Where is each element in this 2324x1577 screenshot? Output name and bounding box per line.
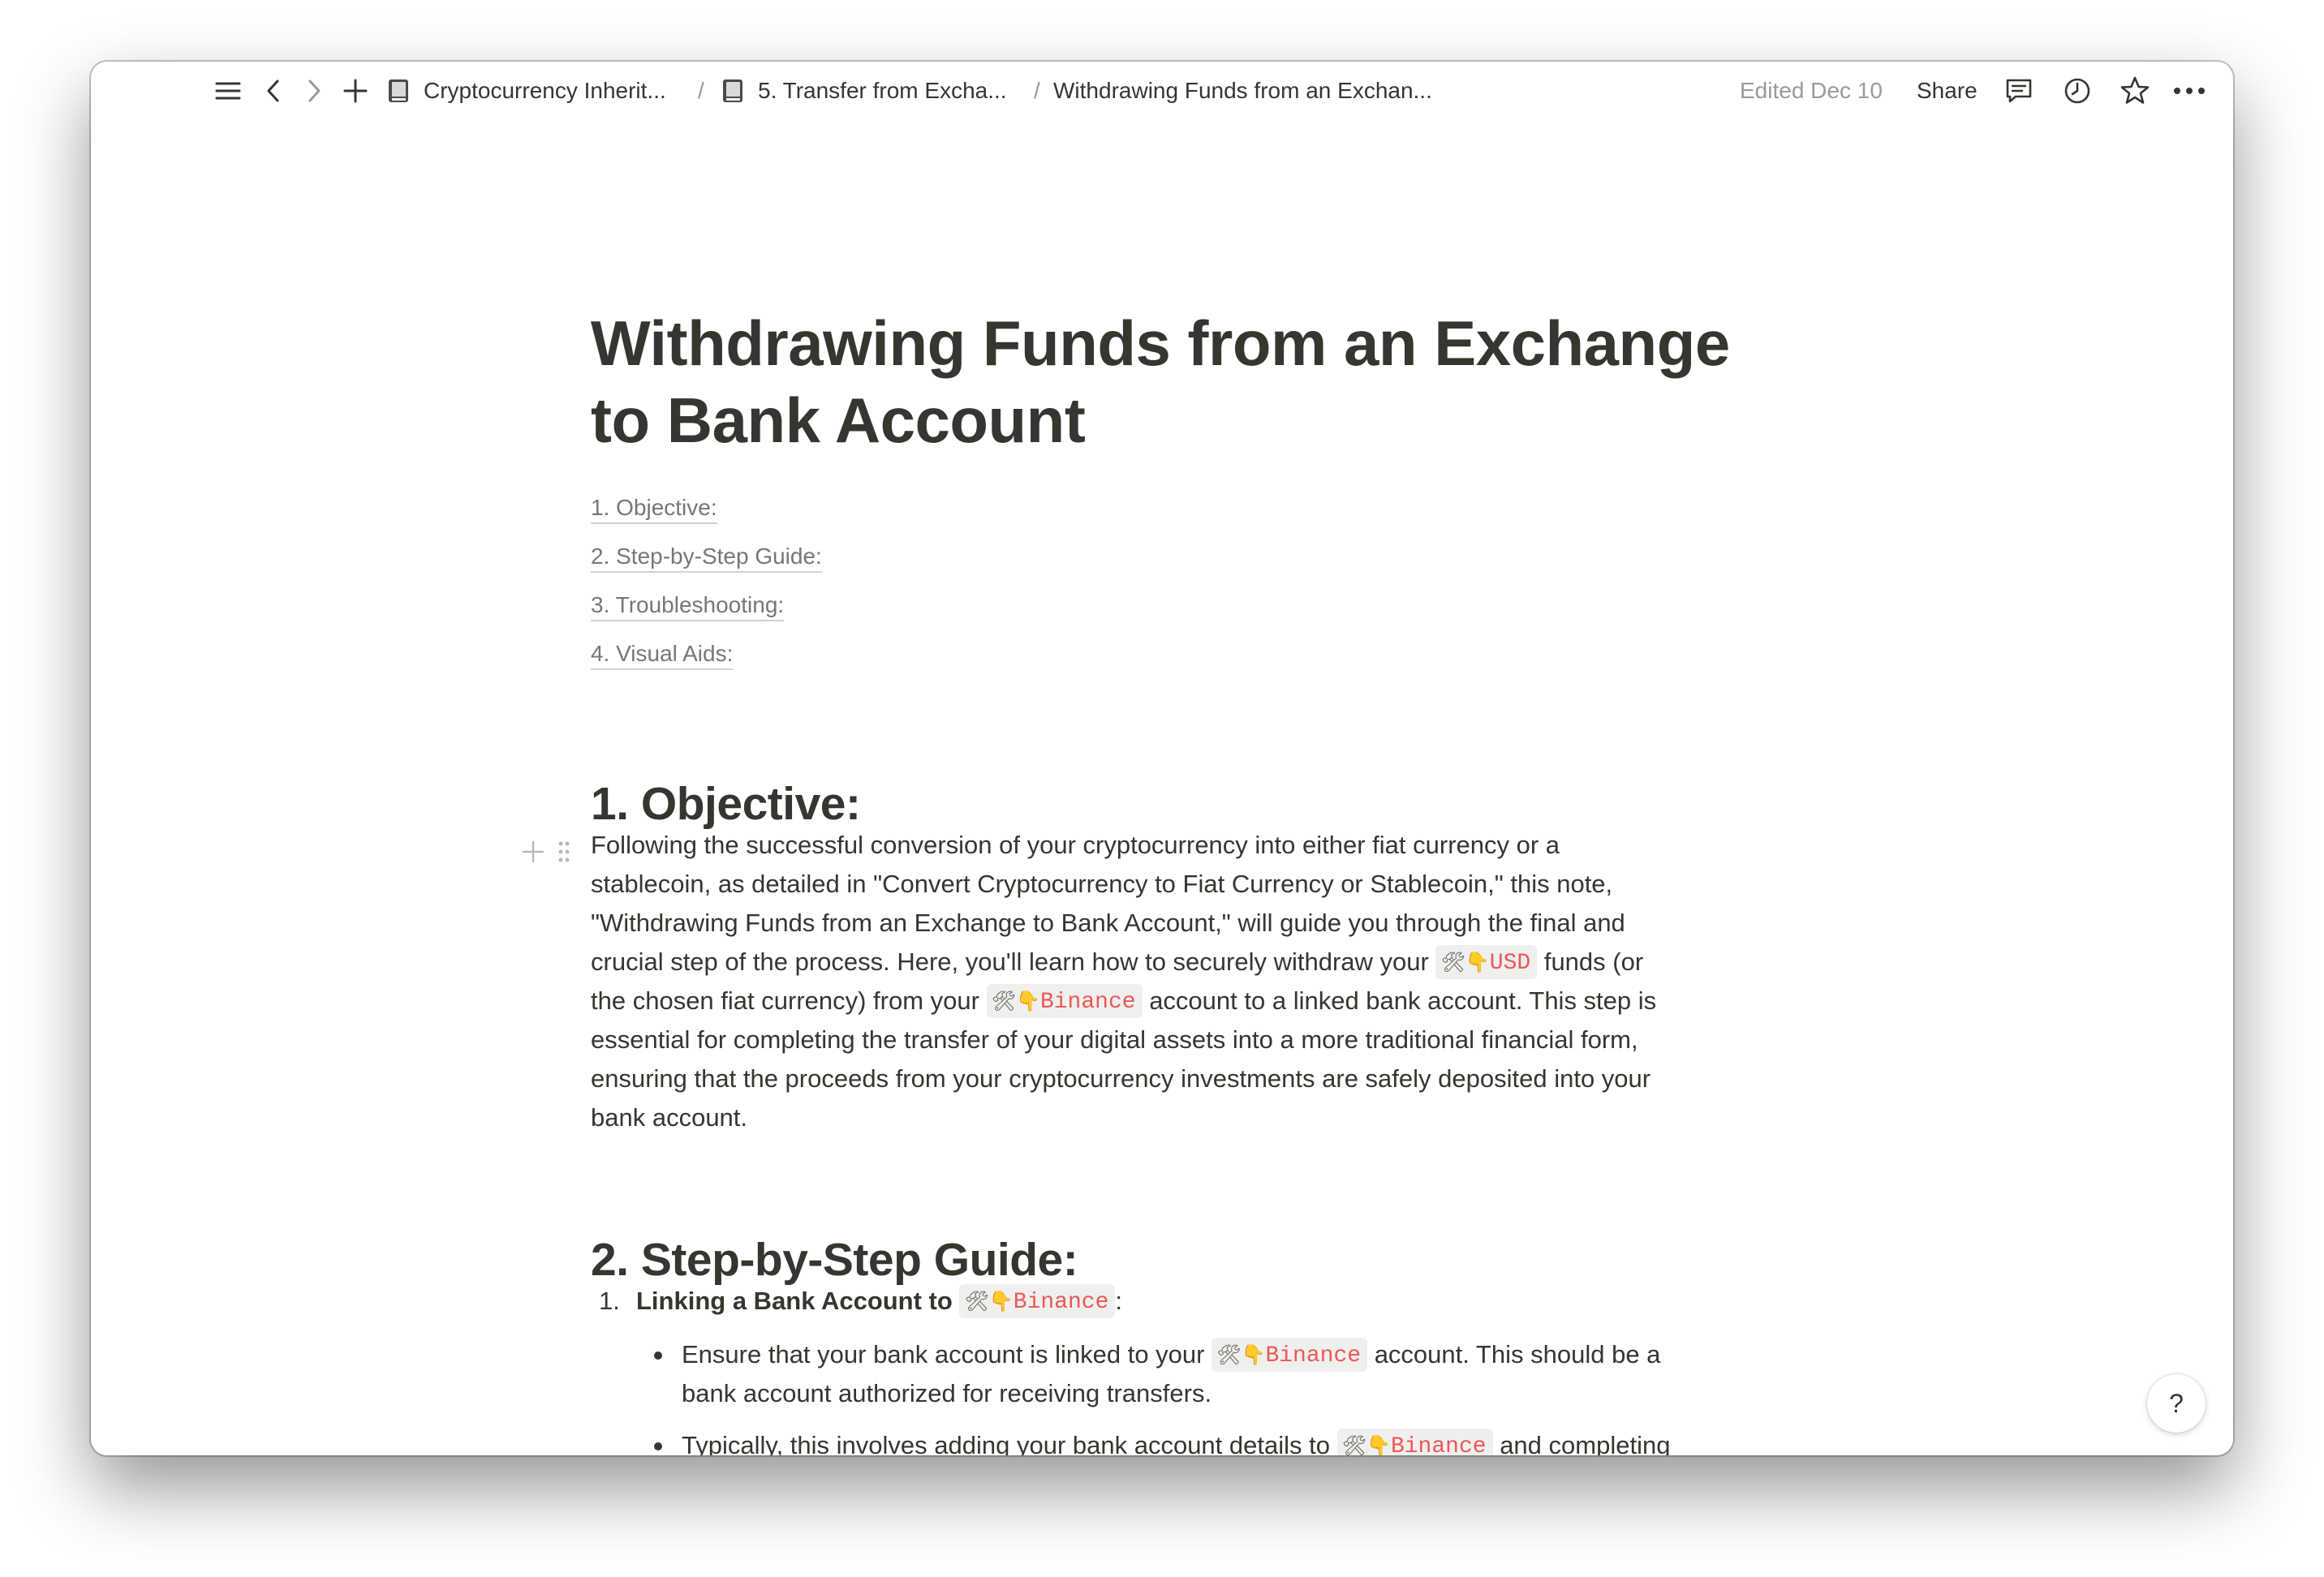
text-line: the chosen fiat currency) from your 🛠👇Bi… bbox=[591, 982, 1759, 1021]
hand-pointing-down-icon: 👇 bbox=[1465, 950, 1490, 973]
chip-label: Binance bbox=[1039, 989, 1136, 1015]
breadcrumb-label: 5. Transfer from Excha... bbox=[758, 78, 1007, 103]
text-line: stablecoin, as detailed in "Convert Cryp… bbox=[591, 870, 1613, 898]
comments-icon[interactable] bbox=[2004, 62, 2034, 120]
tool-icon: 🛠 bbox=[1341, 1433, 1367, 1455]
breadcrumb-item-1[interactable]: Cryptocurrency Inherit... bbox=[388, 76, 666, 105]
chip-label: Binance bbox=[1390, 1433, 1487, 1455]
section-heading-guide[interactable]: 2. Step-by-Step Guide: bbox=[591, 1231, 1078, 1288]
share-button[interactable]: Share bbox=[1917, 76, 1978, 105]
text-line: essential for completing the transfer of… bbox=[591, 1025, 1638, 1054]
section-heading-objective[interactable]: 1. Objective: bbox=[591, 776, 861, 832]
text-line: bank account. bbox=[591, 1103, 748, 1132]
usd-mention-chip[interactable]: 🛠👇USD bbox=[1435, 944, 1538, 979]
text-line: Ensure that your bank account is linked … bbox=[682, 1335, 1769, 1374]
notion-window: Cryptocurrency Inherit... / 5. Transfer … bbox=[91, 62, 2233, 1455]
chip-label: Binance bbox=[1013, 1289, 1109, 1315]
breadcrumb-item-2[interactable]: 5. Transfer from Excha... bbox=[722, 76, 1007, 105]
binance-mention-chip[interactable]: 🛠👇Binance bbox=[1211, 1337, 1368, 1372]
text-line: crucial step of the process. Here, you'l… bbox=[591, 943, 1759, 982]
text-line: Following the successful conversion of y… bbox=[591, 831, 1560, 859]
toc-link-visual-aids[interactable]: 4. Visual Aids: bbox=[591, 639, 734, 670]
page-title-line: to Bank Account bbox=[591, 385, 1086, 456]
text-segment: Linking a Bank Account to bbox=[636, 1287, 960, 1315]
hand-pointing-down-icon: 👇 bbox=[1016, 989, 1040, 1012]
chip-label: USD bbox=[1489, 950, 1531, 976]
text-segment: and completing bbox=[1492, 1431, 1671, 1455]
back-arrow-icon[interactable] bbox=[265, 62, 282, 120]
binance-mention-chip[interactable]: 🛠👇Binance bbox=[959, 1283, 1116, 1318]
text-segment: account. This should be a bbox=[1367, 1340, 1661, 1369]
objective-paragraph[interactable]: Following the successful conversion of y… bbox=[591, 826, 1759, 1137]
text-line: "Withdrawing Funds from an Exchange to B… bbox=[591, 909, 1625, 937]
breadcrumb-separator: / bbox=[698, 78, 704, 103]
tool-icon: 🛠 bbox=[1216, 1343, 1242, 1366]
toc-link-guide[interactable]: 2. Step-by-Step Guide: bbox=[591, 542, 822, 573]
bullet-dot bbox=[654, 1351, 662, 1360]
bullet-item-1[interactable]: Ensure that your bank account is linked … bbox=[682, 1335, 1769, 1413]
hand-pointing-down-icon: 👇 bbox=[988, 1289, 1014, 1313]
edited-timestamp: Edited Dec 10 bbox=[1740, 78, 1883, 103]
chip-label: Binance bbox=[1265, 1343, 1362, 1369]
book-icon bbox=[388, 79, 409, 103]
toc-link-objective[interactable]: 1. Objective: bbox=[591, 493, 717, 524]
text-segment: : bbox=[1115, 1287, 1123, 1315]
text-segment: Ensure that your bank account is linked … bbox=[682, 1340, 1212, 1369]
page-title[interactable]: Withdrawing Funds from an Exchange to Ba… bbox=[591, 305, 1759, 459]
block-controls bbox=[521, 832, 571, 871]
breadcrumb-item-current[interactable]: Withdrawing Funds from an Exchan... bbox=[1053, 76, 1432, 105]
tool-icon: 🛠 bbox=[1440, 950, 1465, 973]
breadcrumb-separator: / bbox=[1034, 78, 1040, 103]
text-segment: funds (or bbox=[1537, 947, 1644, 976]
top-bar: Cryptocurrency Inherit... / 5. Transfer … bbox=[91, 62, 2233, 120]
tool-icon: 🛠 bbox=[991, 989, 1017, 1012]
help-button[interactable]: ? bbox=[2147, 1374, 2206, 1433]
text-segment: the chosen fiat currency) from your bbox=[591, 986, 987, 1015]
forward-arrow-icon[interactable] bbox=[305, 62, 323, 120]
drag-handle-icon[interactable] bbox=[557, 840, 571, 864]
binance-mention-chip[interactable]: 🛠👇Binance bbox=[1336, 1428, 1493, 1455]
history-clock-icon[interactable] bbox=[2063, 62, 2092, 120]
new-page-plus-icon[interactable] bbox=[342, 62, 368, 120]
list-number: 1. bbox=[599, 1287, 620, 1315]
text-line: Typically, this involves adding your ban… bbox=[682, 1426, 1769, 1455]
text-segment: Typically, this involves adding your ban… bbox=[682, 1431, 1337, 1455]
numbered-list-item-1[interactable]: Linking a Bank Account to 🛠👇Binance: bbox=[636, 1282, 1772, 1321]
sidebar-menu-icon[interactable] bbox=[214, 62, 242, 120]
breadcrumb-label: Withdrawing Funds from an Exchan... bbox=[1053, 78, 1432, 103]
text-segment: crucial step of the process. Here, you'l… bbox=[591, 947, 1436, 976]
breadcrumb-label: Cryptocurrency Inherit... bbox=[424, 78, 666, 103]
bullet-dot bbox=[654, 1442, 662, 1450]
hand-pointing-down-icon: 👇 bbox=[1366, 1433, 1391, 1455]
binance-mention-chip[interactable]: 🛠👇Binance bbox=[986, 983, 1143, 1018]
page-title-line: Withdrawing Funds from an Exchange bbox=[591, 307, 1730, 379]
text-line: ensuring that the proceeds from your cry… bbox=[591, 1064, 1651, 1093]
toc-link-troubleshooting[interactable]: 3. Troubleshooting: bbox=[591, 591, 785, 621]
tool-icon: 🛠 bbox=[964, 1289, 989, 1313]
more-options-icon[interactable] bbox=[2173, 62, 2206, 120]
add-block-plus-icon[interactable] bbox=[521, 840, 545, 864]
text-line: bank account authorized for receiving tr… bbox=[682, 1379, 1212, 1407]
book-icon bbox=[722, 79, 743, 103]
bullet-item-2[interactable]: Typically, this involves adding your ban… bbox=[682, 1426, 1769, 1455]
text-segment: account to a linked bank account. This s… bbox=[1142, 986, 1657, 1015]
hand-pointing-down-icon: 👇 bbox=[1241, 1343, 1266, 1366]
favorite-star-icon[interactable] bbox=[2120, 62, 2150, 120]
